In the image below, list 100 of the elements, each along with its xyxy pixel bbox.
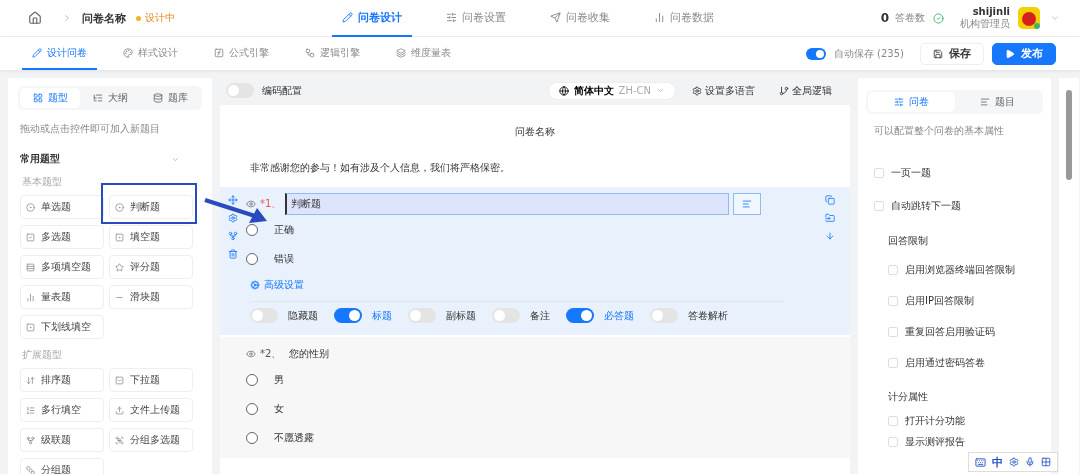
panel-tab[interactable]: 问卷 <box>868 92 955 112</box>
question-type-item[interactable]: 量表题 <box>20 285 104 309</box>
radio-button[interactable] <box>246 373 258 386</box>
radio-button[interactable] <box>246 402 258 415</box>
status-dot <box>136 15 141 21</box>
question-type-item[interactable]: 多项填空题 <box>20 255 104 279</box>
panel-tab[interactable]: 大纲 <box>80 88 140 108</box>
scrollbar-thumb[interactable] <box>1066 90 1072 180</box>
question-type-item[interactable]: 单选题 <box>20 195 104 219</box>
question-number: *2、 <box>260 347 282 361</box>
question-type-item[interactable]: 填空题 <box>109 225 193 249</box>
status-label: 设计中 <box>145 11 175 25</box>
toggle-switch[interactable] <box>250 308 278 323</box>
mic-icon[interactable] <box>1025 457 1035 467</box>
radio-button[interactable] <box>246 252 258 265</box>
toggle-switch[interactable] <box>408 308 436 323</box>
radio-button[interactable] <box>246 223 258 236</box>
copy-icon[interactable] <box>825 195 835 205</box>
sub-tab[interactable]: 设计问卷 <box>22 37 97 70</box>
panel-tab[interactable]: 题型 <box>20 88 80 108</box>
avatar[interactable] <box>1018 7 1040 29</box>
toggle-switch[interactable] <box>334 308 362 323</box>
folder-icon[interactable] <box>825 213 835 223</box>
radio-button[interactable] <box>246 431 258 444</box>
question-card-editing[interactable]: *1、 判断题 正确 错误 高级设置 隐藏题 标题 副标题 备注 必答题 答卷解析 <box>220 187 850 335</box>
toggle-switch[interactable] <box>650 308 678 323</box>
save-button[interactable]: 保存 <box>920 42 984 65</box>
home-icon[interactable] <box>28 11 42 25</box>
advanced-settings-link[interactable]: 高级设置 <box>250 273 810 297</box>
question-type-item[interactable]: 评分题 <box>109 255 193 279</box>
align-button[interactable] <box>733 193 761 215</box>
visibility-icon[interactable] <box>246 349 256 359</box>
arrow-down-icon[interactable] <box>825 231 835 241</box>
question-type-item[interactable]: 下拉题 <box>109 368 193 392</box>
sub-tab[interactable]: 公式引擎 <box>204 37 279 70</box>
question-type-item[interactable]: 分组题 <box>20 458 104 474</box>
branch-icon[interactable] <box>228 231 238 241</box>
settings-icon[interactable] <box>1009 457 1019 467</box>
field-icon <box>26 322 35 332</box>
pencil-icon <box>341 11 353 23</box>
publish-button[interactable]: 发布 <box>992 42 1056 65</box>
checkbox[interactable] <box>888 326 898 337</box>
question-title-field[interactable]: 判断题 <box>285 193 729 215</box>
panel-tab[interactable]: 题库 <box>140 88 200 108</box>
question-type-item[interactable]: 级联题 <box>20 428 104 452</box>
toggle-label: 备注 <box>530 308 550 323</box>
sub-tab[interactable]: 样式设计 <box>113 37 188 70</box>
visibility-icon[interactable] <box>246 199 256 209</box>
toggle-switch[interactable] <box>492 308 520 323</box>
checkbox[interactable] <box>888 295 898 306</box>
language-select[interactable]: 简体中文 ZH-CN <box>547 81 676 100</box>
checkbox[interactable] <box>888 264 898 275</box>
globe-icon <box>558 85 569 96</box>
checkbox[interactable] <box>888 357 898 368</box>
rows-icon <box>26 262 35 272</box>
question-type-item[interactable]: 多选题 <box>20 225 104 249</box>
nav-tab[interactable]: 问卷设置 <box>435 0 516 37</box>
field-icon <box>115 232 124 242</box>
play-icon <box>1005 48 1015 59</box>
checkbox[interactable] <box>874 167 884 178</box>
sub-tab[interactable]: 逻辑引擎 <box>295 37 370 70</box>
settings-icon[interactable] <box>228 213 238 223</box>
star-icon <box>115 262 124 272</box>
question-type-item[interactable]: 滑块题 <box>109 285 193 309</box>
checkbox-label: 启用浏览器终端回答限制 <box>905 262 1015 277</box>
question-type-item[interactable]: 文件上传题 <box>109 398 193 422</box>
question-type-item[interactable]: 下划线填空 <box>20 315 104 339</box>
checkbox-label: 显示测评报告 <box>905 434 965 449</box>
panel-tab[interactable]: 题目 <box>954 92 1041 112</box>
autosave-switch[interactable] <box>805 47 826 60</box>
toggle-switch[interactable] <box>566 308 594 323</box>
question-title: 您的性别 <box>289 347 330 361</box>
checkbox[interactable] <box>888 415 898 426</box>
move-icon[interactable] <box>228 195 238 205</box>
option-label: 不愿透露 <box>274 430 314 445</box>
checkbox[interactable] <box>874 200 884 211</box>
question-type-item[interactable]: 判断题 <box>109 195 193 219</box>
toggle-label: 隐藏题 <box>288 308 318 323</box>
sub-tab[interactable]: 维度量表 <box>386 37 461 70</box>
nav-tab[interactable]: 问卷数据 <box>643 0 724 37</box>
global-logic-button[interactable]: 全局逻辑 <box>779 83 832 98</box>
multi-language-button[interactable]: 设置多语言 <box>692 83 755 98</box>
question-type-item[interactable]: 排序题 <box>20 368 104 392</box>
checkbox[interactable] <box>888 436 898 447</box>
palette-icon <box>123 47 133 58</box>
question-card[interactable]: *2、 您的性别 男 女 不愿透露 <box>220 337 850 458</box>
option-label: 正确 <box>274 222 294 237</box>
ime-mode[interactable]: 中 <box>992 454 1003 470</box>
branch-icon <box>779 85 789 96</box>
question-type-item[interactable]: 多行填空 <box>20 398 104 422</box>
grid-icon[interactable] <box>1041 457 1051 467</box>
keyboard-icon[interactable] <box>975 456 986 468</box>
question-type-item[interactable]: 分组多选题 <box>109 428 193 452</box>
user-role: 机构管理员 <box>960 17 1010 31</box>
nav-tab[interactable]: 问卷收集 <box>539 0 620 37</box>
code-config-switch[interactable] <box>226 83 254 98</box>
checkbox-icon <box>26 232 35 242</box>
database-icon <box>152 93 163 103</box>
delete-icon[interactable] <box>228 249 238 259</box>
dropdown-icon[interactable] <box>1050 13 1060 23</box>
